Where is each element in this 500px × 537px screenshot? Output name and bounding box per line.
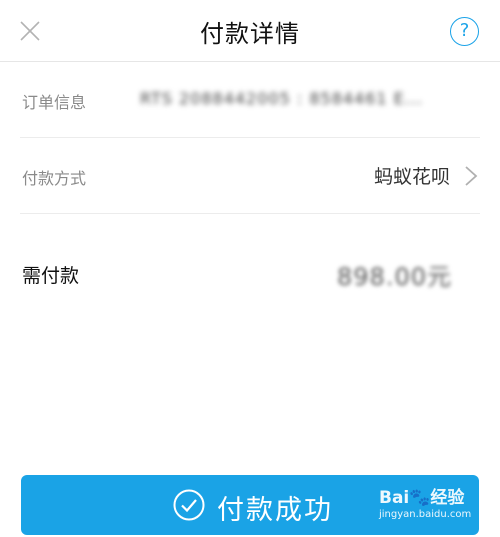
baidu-jingyan-watermark: Bai🐾经验 jingyan.baidu.com bbox=[379, 483, 475, 520]
order-info-value: RTS 2088442005 : 8584461 E... bbox=[140, 89, 424, 108]
payment-success-button[interactable]: 付款成功 Bai🐾经验 jingyan.baidu.com bbox=[21, 475, 479, 535]
watermark-brand: Bai🐾经验 bbox=[379, 488, 465, 508]
chevron-right-icon bbox=[465, 166, 478, 186]
payment-method-label: 付款方式 bbox=[22, 169, 87, 188]
order-info-row: 订单信息 RTS 2088442005 : 8584461 E... bbox=[20, 62, 480, 138]
amount-value: 898.00元 bbox=[337, 263, 452, 291]
order-info-label: 订单信息 bbox=[22, 93, 87, 112]
payment-method-row[interactable]: 付款方式 蚂蚁花呗 bbox=[20, 138, 480, 214]
amount-label: 需付款 bbox=[22, 265, 80, 287]
payment-success-label: 付款成功 bbox=[217, 495, 333, 526]
watermark-url: jingyan.baidu.com bbox=[379, 509, 472, 520]
page-title: 付款详情 bbox=[200, 20, 300, 48]
check-circle-icon bbox=[173, 489, 205, 521]
help-icon[interactable]: ? bbox=[450, 17, 479, 46]
header-bar: 付款详情 ? bbox=[0, 0, 500, 62]
payment-method-value: 蚂蚁花呗 bbox=[373, 166, 450, 188]
